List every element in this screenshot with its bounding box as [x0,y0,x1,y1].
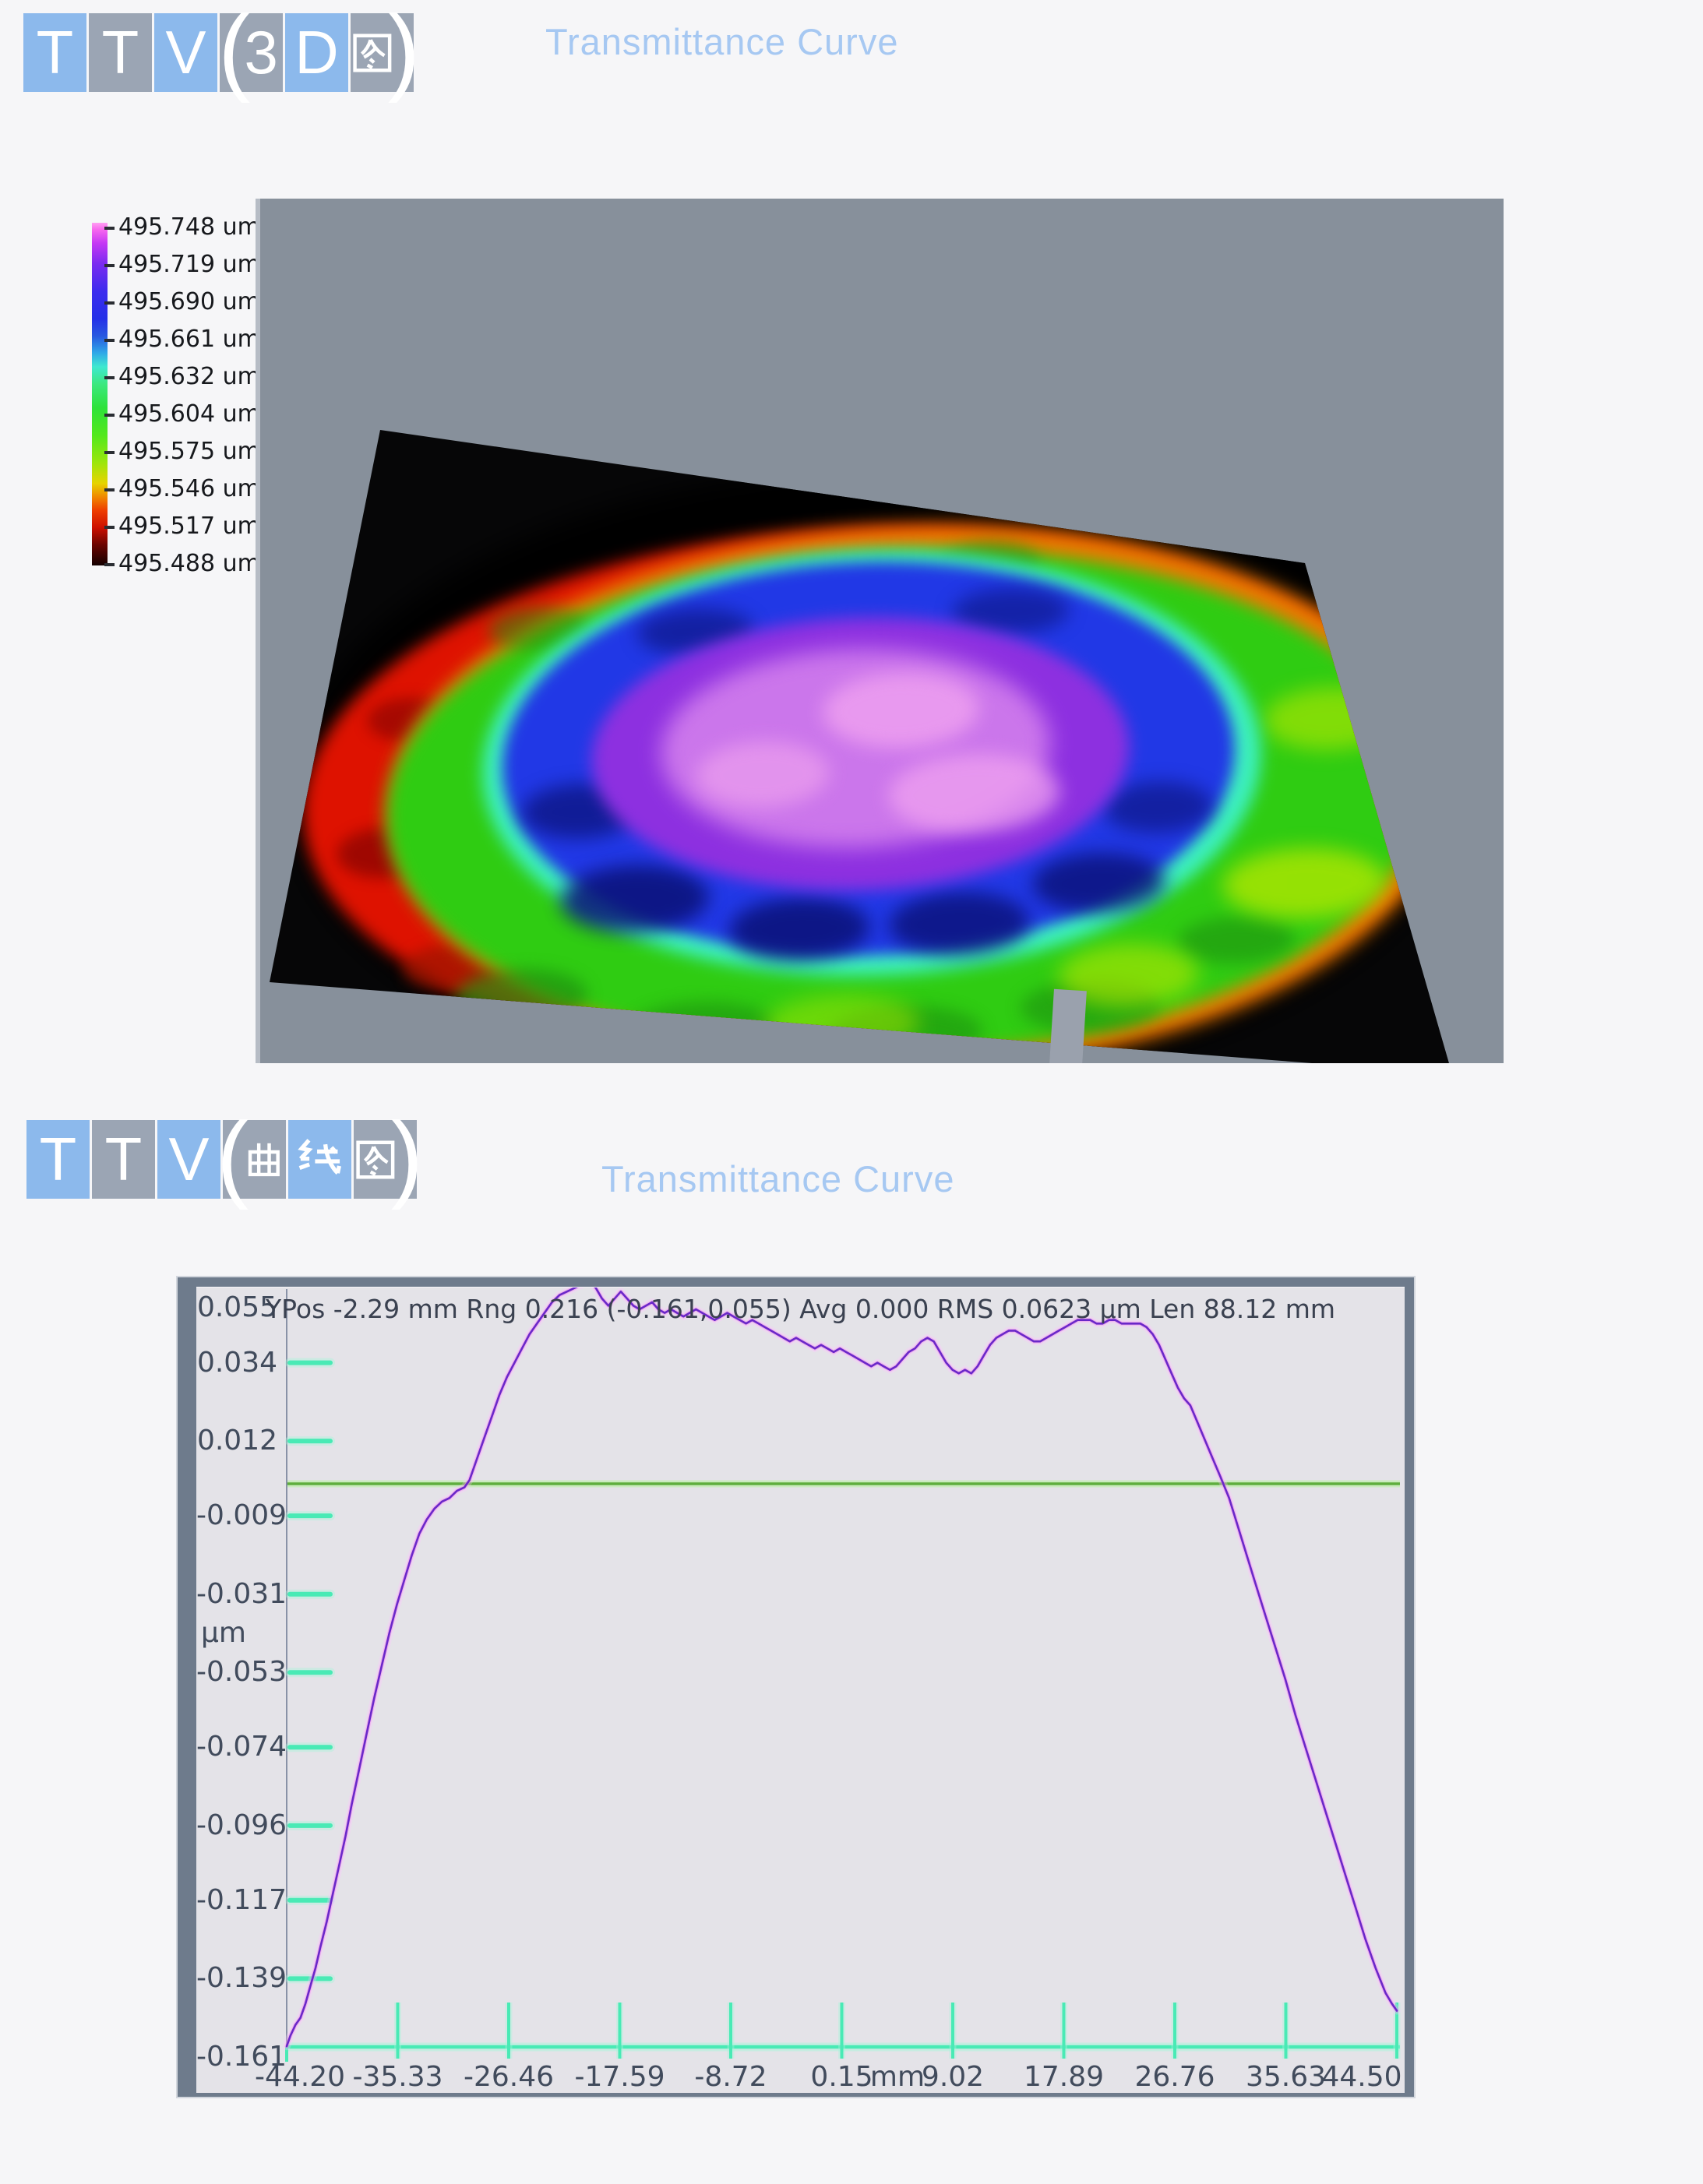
legend-tick [104,301,115,305]
legend-tick [104,488,115,491]
header-tile-图): ) [351,13,414,92]
header-tile-V: V [154,13,217,92]
letter-glyph: T [40,1124,77,1195]
y-axis-label: 0.034 [196,1347,277,1379]
header-tile-D: D [285,13,348,92]
legend-label: 495.488 um [118,550,260,577]
legend-tick [104,414,115,417]
header-tile-T: T [23,13,86,92]
paren-glyph: ( [217,1108,249,1205]
y-unit-label: µm [201,1618,246,1649]
profile-chart-frame: YPos -2.29 mm Rng 0.216 (-0.161,0.055) A… [178,1277,1414,2097]
y-axis-label: -0.117 [196,1885,277,1916]
surface-panel [256,199,1504,1063]
letter-glyph: V [168,1124,209,1195]
y-axis-label: -0.139 [196,1963,277,1994]
letter-glyph: V [165,17,206,88]
cjk-glyph-线 [294,1128,346,1192]
x-axis-label: -8.72 [672,2062,789,2093]
y-axis-label: -0.053 [196,1657,277,1688]
colorbar [92,223,108,565]
header-tile-T: T [26,1120,90,1199]
x-axis-label: -35.33 [340,2062,457,2093]
header-tile-V: V [157,1120,220,1199]
header-3d-subtitle: Transmittance Curve [545,20,898,63]
header-curve-subtitle: Transmittance Curve [601,1157,954,1200]
legend-label: 495.604 um [118,400,260,428]
x-axis-label: 44.50 [1303,2062,1420,2093]
x-axis-label: 26.76 [1116,2062,1233,2093]
profile-curve [287,1288,1397,2046]
letter-glyph: T [105,1124,143,1195]
legend-tick [104,451,115,454]
x-axis-label: 17.89 [1006,2062,1123,2093]
paren-glyph: ( [218,2,250,98]
header-tile-(曲: ( [223,1120,286,1199]
header-tile-图): ) [354,1120,417,1199]
profile-curve-glow [287,1288,1397,2046]
header-tile-线 [288,1120,351,1199]
paren-glyph: ) [388,2,420,98]
y-axis-label: 0.012 [196,1425,277,1457]
header-curve-tiles: TTV() [26,1120,417,1199]
legend-tick [104,264,115,267]
paren-glyph: ) [391,1108,423,1205]
wafer-notch [1049,989,1087,1063]
legend-label: 495.517 um [118,513,260,540]
legend-label: 495.575 um [118,438,260,465]
letter-glyph: T [37,17,74,88]
y-axis-label: -0.031 [196,1579,277,1610]
surface-base-plane [260,199,1504,1063]
legend-tick [104,339,115,342]
letter-glyph: T [102,17,139,88]
profile-plot-canvas [196,1288,1405,2093]
y-axis-label: -0.074 [196,1731,277,1763]
legend-label: 495.546 um [118,475,260,502]
cjk-glyph-曲 [242,1128,286,1192]
legend-tick [104,227,115,230]
x-axis-label: -17.59 [562,2062,679,2093]
header-tile-T: T [92,1120,155,1199]
legend-label: 495.690 um [118,288,260,315]
profile-chart-title: YPos -2.29 mm Rng 0.216 (-0.161,0.055) A… [196,1294,1405,1324]
header-tile-(3: (3 [220,13,283,92]
y-axis-label: -0.096 [196,1810,277,1841]
profile-chart-area: YPos -2.29 mm Rng 0.216 (-0.161,0.055) A… [196,1287,1405,2093]
legend-tick [104,563,115,566]
legend-label: 495.719 um [118,251,260,278]
legend-tick [104,526,115,529]
x-axis-label: -26.46 [450,2062,567,2093]
legend-label: 495.661 um [118,326,260,353]
legend-tick [104,376,115,379]
x-unit-label: mm [862,2062,933,2093]
y-axis-label: -0.009 [196,1500,277,1531]
header-tile-T: T [89,13,152,92]
legend-label: 495.748 um [118,213,260,241]
legend-label: 495.632 um [118,363,260,390]
letter-glyph: D [294,17,338,88]
page: TTV(3D) Transmittance Curve 495.748 um49… [0,0,1703,2184]
header-3d-tiles: TTV(3D) [23,13,414,92]
profile-curve-glow [287,1288,1397,2046]
